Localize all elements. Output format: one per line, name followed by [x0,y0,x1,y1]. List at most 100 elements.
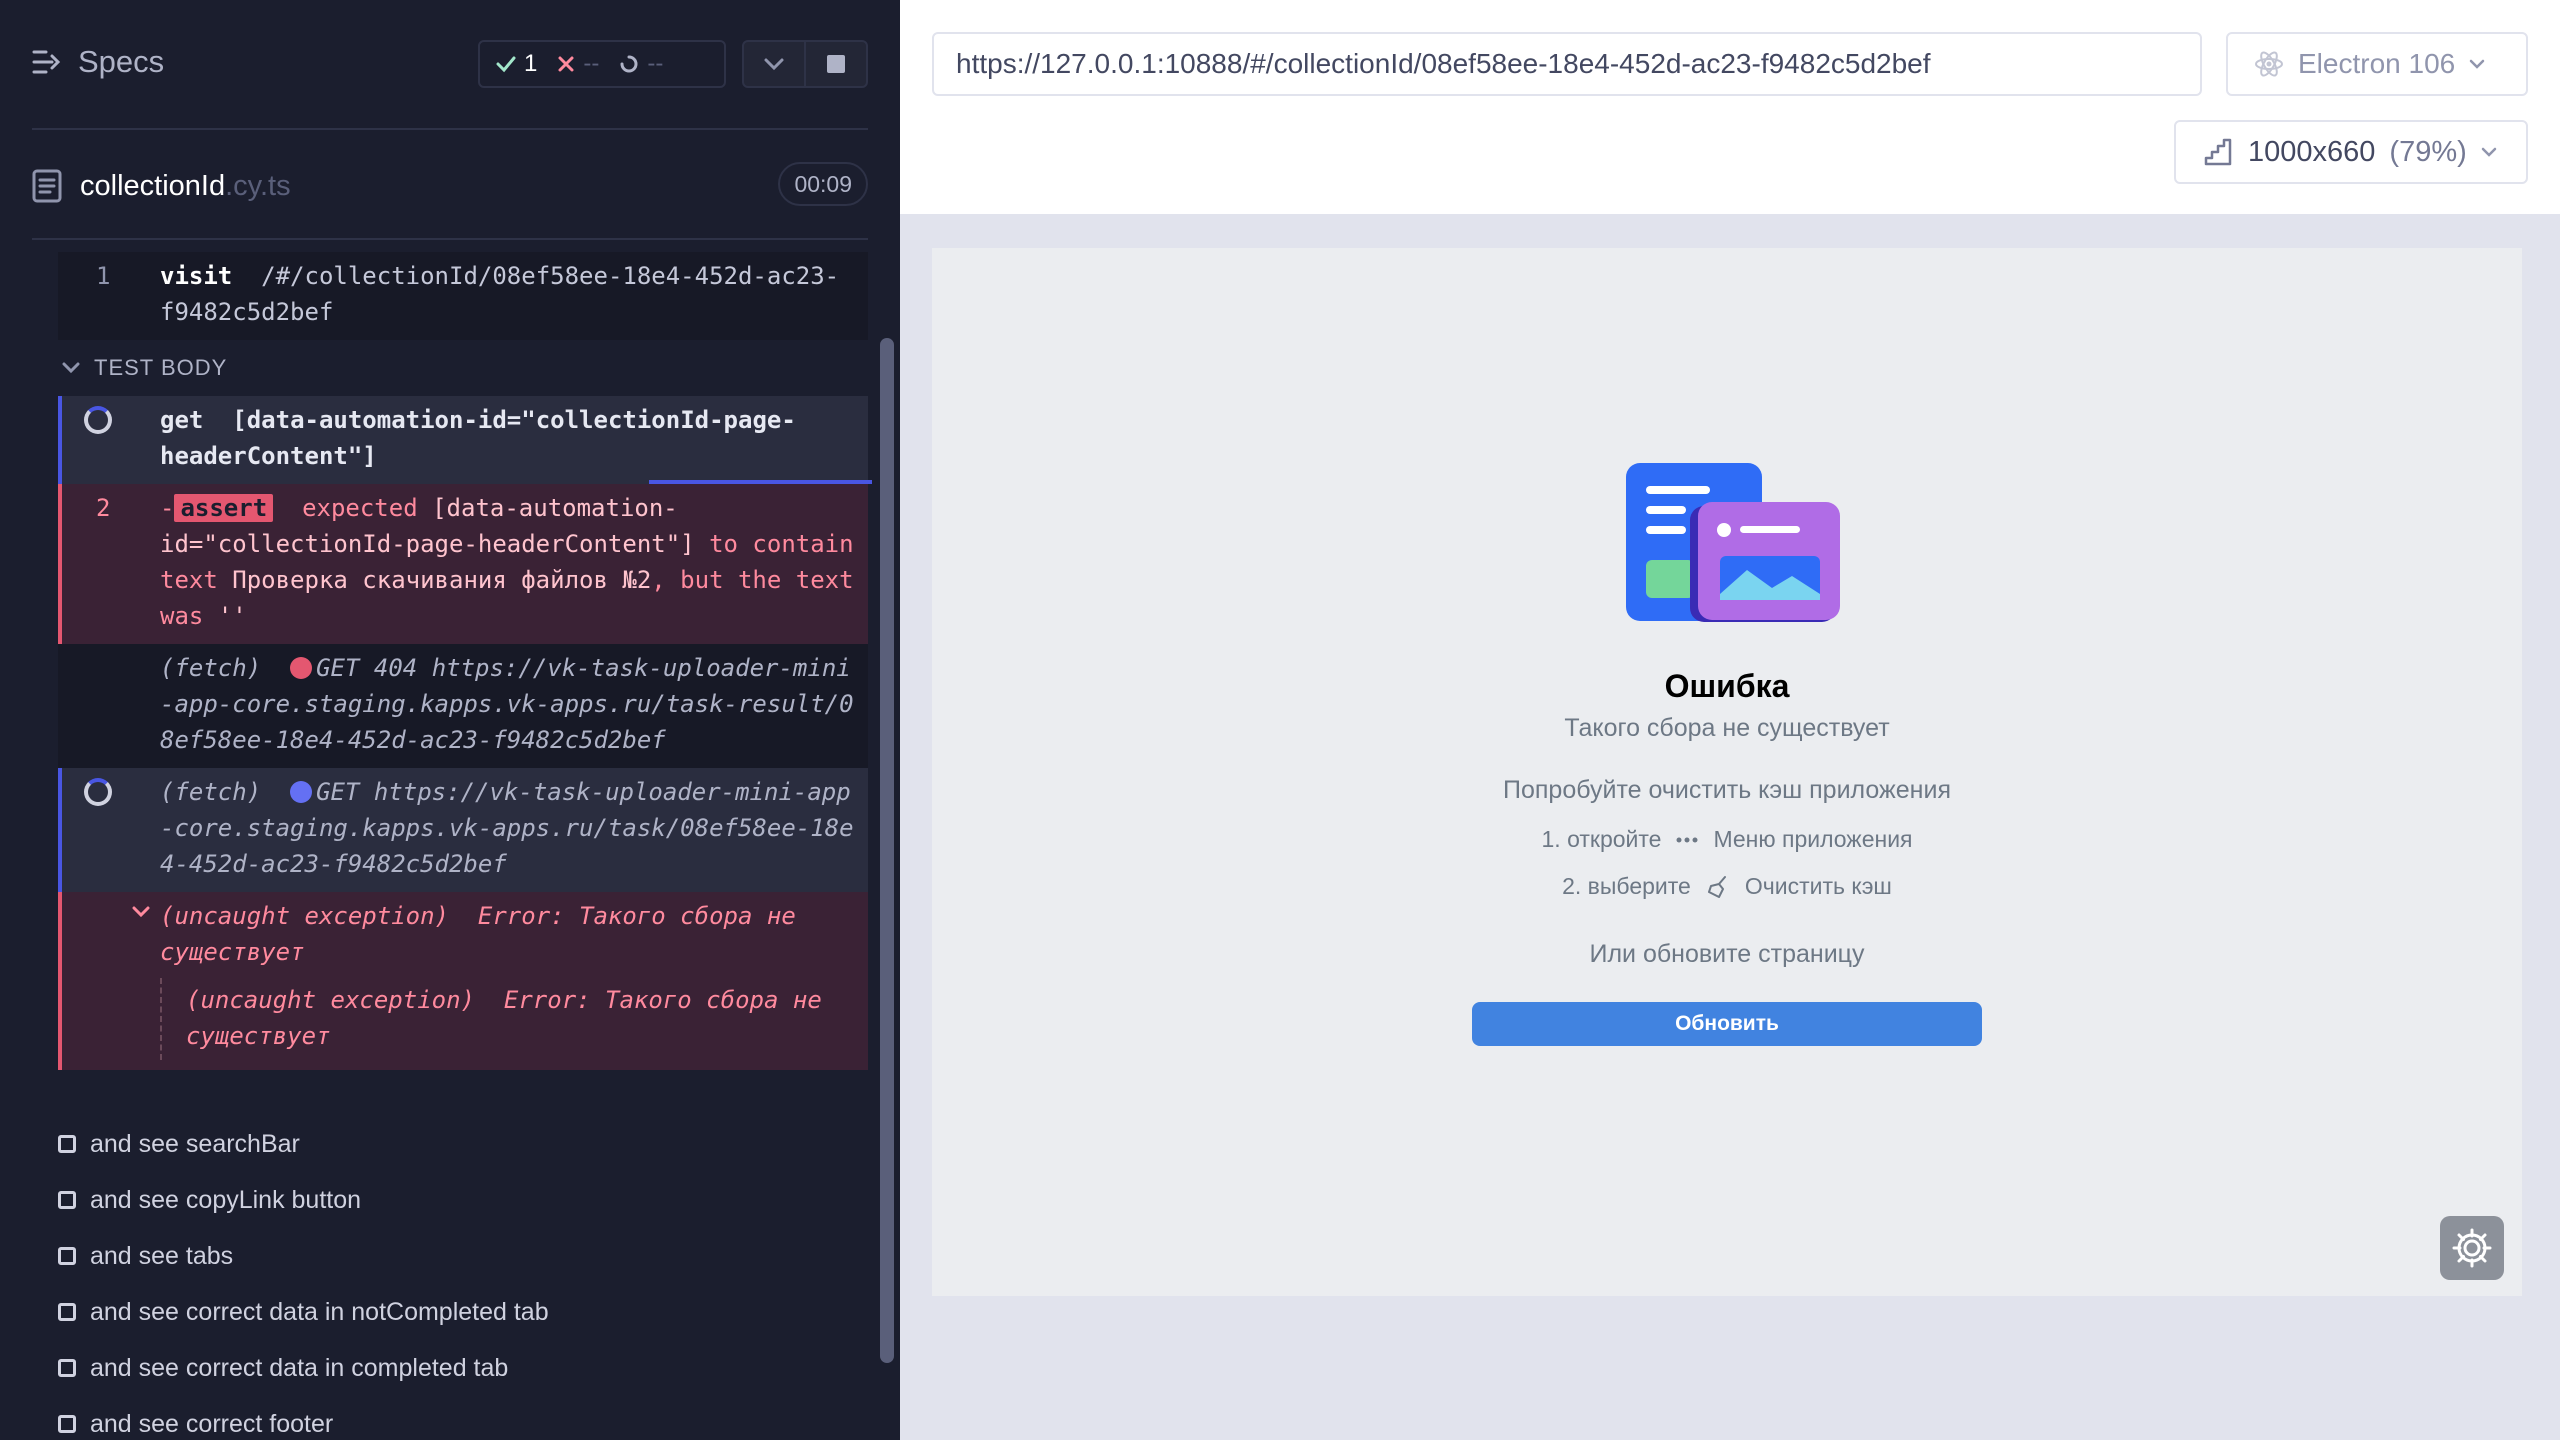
fetch-url: https://vk-task-uploader-mini-app-core.s… [160,654,854,754]
stop-icon [827,55,845,73]
status-dot-icon [290,781,313,803]
spec-name: collectionId [80,169,226,202]
test-title: and see copyLink button [90,1185,362,1214]
assert-actual: '' [217,602,247,630]
fetch-method: GET [316,654,360,682]
settings-button[interactable] [2440,1216,2504,1280]
viewport-zoom: (79%) [2389,135,2467,168]
test-list: and see searchBar and see copyLink butto… [58,1116,549,1440]
test-item[interactable]: and see tabs [58,1228,549,1284]
error-hint: Попробуйте очистить кэш приложения [1503,776,1951,804]
test-title: and see correct data in notCompleted tab [90,1297,549,1326]
error-screen: Ошибка Такого сбора не существует Попроб… [932,248,2522,1296]
test-state-icon [58,1415,76,1433]
test-item[interactable]: and see correct data in notCompleted tab [58,1284,549,1340]
command-arg: [data-automation-id="collectionId-page-h… [160,406,796,470]
passed-count: 1 [524,50,538,77]
assert-badge: assert [174,494,274,522]
broom-icon [1707,875,1726,898]
chevron-down-icon [132,906,150,918]
ruler-icon [2204,138,2232,166]
chevron-down-icon [2469,59,2485,69]
chevron-down-icon [62,362,80,374]
step-prefix: 2. выберите [1562,873,1691,899]
pending-count: -- [647,50,664,77]
command-fetch-pending[interactable]: (fetch) GET https://vk-task-uploader-min… [58,768,868,892]
loading-spinner-icon [84,406,112,434]
auto-scroll-toggle[interactable] [742,40,806,88]
test-title: and see tabs [90,1241,234,1270]
assert-expected: Проверка скачивания файлов №2 [232,566,652,594]
fetch-url: https://vk-task-uploader-mini-app-core.s… [160,778,854,878]
test-item[interactable]: and see correct footer [58,1396,549,1440]
pending-stat: -- [619,50,663,78]
command-name: visit [160,262,233,290]
url-text: https://127.0.0.1:10888/#/collectionId/0… [956,48,1931,79]
chevron-down-icon [2481,147,2497,157]
test-body-header[interactable]: TEST BODY [58,340,868,396]
command-fetch-404[interactable]: (fetch) GET 404 https://vk-task-uploader… [58,644,868,768]
step-item: Меню приложения [1713,826,1913,852]
spec-extension: .cy.ts [225,169,291,202]
specs-menu-icon [32,50,61,74]
exception-label: (uncaught exception) [160,902,449,930]
test-title: and see searchBar [90,1129,300,1158]
error-title: Ошибка [1664,668,1790,704]
step-1: 1. откройте Меню приложения [932,826,2522,853]
command-arg: /#/collectionId/08ef58ee-18e4-452d-ac23-… [160,262,840,326]
specs-label: Specs [78,44,165,79]
gear-icon [2452,1228,2492,1268]
exception-label: (uncaught exception) [186,986,475,1014]
step-prefix: 1. откройте [1541,826,1662,852]
failed-count: -- [583,50,600,77]
divider [32,238,868,240]
spec-row[interactable]: collectionId .cy.ts 00:09 [32,162,868,210]
aut-header: https://127.0.0.1:10888/#/collectionId/0… [900,0,2560,216]
command-log: 1 visit /#/collectionId/08ef58ee-18e4-45… [58,252,872,1070]
test-item[interactable]: and see copyLink button [58,1172,549,1228]
test-state-icon [58,1303,76,1321]
spinner-icon [620,55,638,73]
command-name: get [160,406,204,434]
fetch-status: 404 [373,654,418,682]
stop-button[interactable] [804,40,868,88]
error-illustration-icon [1626,463,1840,622]
test-title: and see correct data in completed tab [90,1353,509,1382]
electron-icon [2255,51,2283,77]
test-stats: 1 -- -- [478,40,726,88]
passed-stat: 1 [496,50,537,78]
command-number: 2 [96,494,111,522]
command-uncaught-exception[interactable]: (uncaught exception) Error: Такого сбора… [58,892,868,1070]
browser-selector[interactable]: Electron 106 [2226,32,2528,96]
command-visit[interactable]: 1 visit /#/collectionId/08ef58ee-18e4-45… [58,252,868,340]
loading-spinner-icon [84,778,112,806]
refresh-button[interactable]: Обновить [1472,1002,1982,1046]
assert-text: expected [302,494,418,522]
browser-name: Electron 106 [2298,48,2456,79]
viewport-selector[interactable]: 1000x660 (79%) [2174,120,2528,184]
step-item: Очистить кэш [1744,873,1892,899]
section-label: TEST BODY [94,355,228,380]
fetch-label: (fetch) [160,778,262,806]
command-number: 1 [96,262,111,290]
nested-exception[interactable]: (uncaught exception) Error: Такого сбора… [160,978,858,1060]
reporter-scrollbar[interactable] [880,338,894,1363]
test-state-icon [58,1135,76,1153]
assert-prefix: - [160,494,175,522]
test-state-icon [58,1359,76,1377]
fetch-method: GET [316,778,360,806]
test-item[interactable]: and see searchBar [58,1116,549,1172]
reporter-header: Specs 1 -- -- [0,0,900,130]
failed-stat: -- [557,50,599,78]
specs-button[interactable]: Specs [32,44,164,80]
url-bar[interactable]: https://127.0.0.1:10888/#/collectionId/0… [932,32,2202,96]
command-get[interactable]: get [data-automation-id="collectionId-pa… [58,396,872,484]
test-item[interactable]: and see correct data in completed tab [58,1340,549,1396]
command-assert[interactable]: 2 - assert expected [data-automation-id="… [58,484,868,644]
test-state-icon [58,1247,76,1265]
cypress-reporter: Specs 1 -- -- collectionId .cy.ts 00:09 … [0,0,900,1440]
step-2: 2. выберите Очистить кэш [932,873,2522,900]
chevron-down-icon [764,58,784,71]
document-icon [32,169,62,203]
app-iframe: Ошибка Такого сбора не существует Попроб… [932,248,2522,1296]
